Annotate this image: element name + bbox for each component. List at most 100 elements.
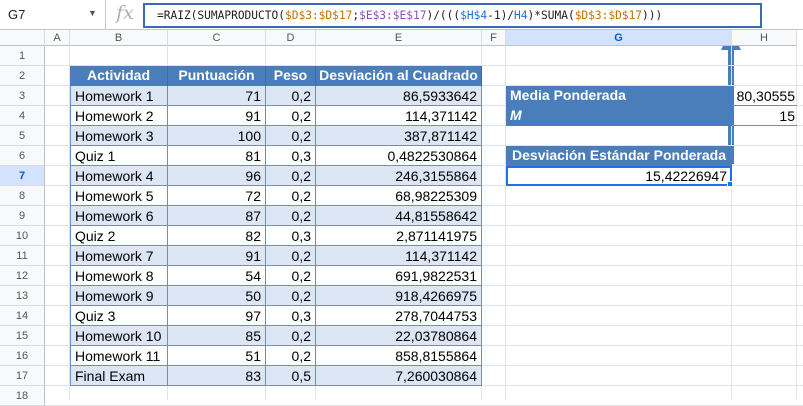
desviacion-estandar-label[interactable]: Desviación Estándar Ponderada <box>506 146 732 166</box>
table-header-peso[interactable]: Peso <box>266 66 316 86</box>
table-cell-puntuacion[interactable]: 71 <box>168 86 266 106</box>
table-cell-peso[interactable]: 0,2 <box>266 326 316 346</box>
row-header-14[interactable]: 14 <box>0 306 45 326</box>
table-cell-peso[interactable]: 0,2 <box>266 106 316 126</box>
table-cell-actividad[interactable]: Quiz 3 <box>70 306 168 326</box>
row-header-2[interactable]: 2 <box>0 66 45 86</box>
table-cell-desviacion[interactable]: 86,5933642 <box>316 86 482 106</box>
table-cell-desviacion[interactable]: 44,81558642 <box>316 206 482 226</box>
table-cell-puntuacion[interactable]: 82 <box>168 226 266 246</box>
row-header-15[interactable]: 15 <box>0 326 45 346</box>
media-ponderada-label[interactable]: Media Ponderada <box>506 86 732 106</box>
table-cell-puntuacion[interactable]: 85 <box>168 326 266 346</box>
table-cell-puntuacion[interactable]: 91 <box>168 106 266 126</box>
table-cell-peso[interactable]: 0,2 <box>266 166 316 186</box>
table-cell-puntuacion[interactable]: 54 <box>168 266 266 286</box>
table-cell-actividad[interactable]: Homework 10 <box>70 326 168 346</box>
table-cell-actividad[interactable]: Final Exam <box>70 366 168 386</box>
table-cell-peso[interactable]: 0,3 <box>266 226 316 246</box>
row-header-4[interactable]: 4 <box>0 106 45 126</box>
select-all-corner[interactable] <box>0 30 45 46</box>
table-cell-actividad[interactable]: Quiz 2 <box>70 226 168 246</box>
table-cell-puntuacion[interactable]: 50 <box>168 286 266 306</box>
table-header-actividad[interactable]: Actividad <box>70 66 168 86</box>
table-cell-puntuacion[interactable]: 83 <box>168 366 266 386</box>
table-cell-actividad[interactable]: Homework 5 <box>70 186 168 206</box>
table-header-puntuacion[interactable]: Puntuación <box>168 66 266 86</box>
table-cell-peso[interactable]: 0,2 <box>266 86 316 106</box>
row-header-18[interactable]: 18 <box>0 386 45 406</box>
table-cell-peso[interactable]: 0,2 <box>266 266 316 286</box>
table-cell-actividad[interactable]: Homework 11 <box>70 346 168 366</box>
row-header-10[interactable]: 10 <box>0 226 45 246</box>
m-label[interactable]: M <box>506 106 732 126</box>
table-cell-peso[interactable]: 0,2 <box>266 346 316 366</box>
row-header-17[interactable]: 17 <box>0 366 45 386</box>
media-ponderada-value[interactable]: 80,30555 <box>732 86 797 106</box>
table-cell-peso[interactable]: 0,2 <box>266 246 316 266</box>
table-cell-desviacion[interactable]: 2,871141975 <box>316 226 482 246</box>
table-cell-desviacion[interactable]: 22,03780864 <box>316 326 482 346</box>
column-header-d[interactable]: D <box>266 30 316 46</box>
table-cell-desviacion[interactable]: 858,8155864 <box>316 346 482 366</box>
table-cell-desviacion[interactable]: 691,9822531 <box>316 266 482 286</box>
table-cell-desviacion[interactable]: 114,371142 <box>316 106 482 126</box>
table-cell-peso[interactable]: 0,2 <box>266 286 316 306</box>
table-cell-actividad[interactable]: Homework 7 <box>70 246 168 266</box>
row-header-7[interactable]: 7 <box>0 166 45 186</box>
table-cell-actividad[interactable]: Homework 3 <box>70 126 168 146</box>
row-header-12[interactable]: 12 <box>0 266 45 286</box>
formula-input[interactable]: =RAIZ(SUMAPRODUCTO($D$3:$D$17;$E$3:$E$17… <box>143 3 762 28</box>
row-header-8[interactable]: 8 <box>0 186 45 206</box>
row-header-1[interactable]: 1 <box>0 46 45 66</box>
table-cell-actividad[interactable]: Homework 6 <box>70 206 168 226</box>
column-header-c[interactable]: C <box>168 30 266 46</box>
table-cell-puntuacion[interactable]: 87 <box>168 206 266 226</box>
table-cell-desviacion[interactable]: 246,3155864 <box>316 166 482 186</box>
column-header-e[interactable]: E <box>316 30 482 46</box>
chevron-down-icon[interactable]: ▼ <box>88 8 97 18</box>
table-cell-desviacion[interactable]: 7,260030864 <box>316 366 482 386</box>
table-cell-desviacion[interactable]: 68,98225309 <box>316 186 482 206</box>
table-cell-peso[interactable]: 0,2 <box>266 186 316 206</box>
row-header-11[interactable]: 11 <box>0 246 45 266</box>
table-cell-puntuacion[interactable]: 81 <box>168 146 266 166</box>
column-header-b[interactable]: B <box>70 30 168 46</box>
row-header-5[interactable]: 5 <box>0 126 45 146</box>
table-cell-peso[interactable]: 0,5 <box>266 366 316 386</box>
table-cell-puntuacion[interactable]: 97 <box>168 306 266 326</box>
table-cell-puntuacion[interactable]: 91 <box>168 246 266 266</box>
table-cell-desviacion[interactable]: 387,871142 <box>316 126 482 146</box>
table-cell-actividad[interactable]: Quiz 1 <box>70 146 168 166</box>
table-cell-puntuacion[interactable]: 96 <box>168 166 266 186</box>
row-header-13[interactable]: 13 <box>0 286 45 306</box>
column-header-a[interactable]: A <box>45 30 70 46</box>
table-cell-actividad[interactable]: Homework 9 <box>70 286 168 306</box>
table-cell-puntuacion[interactable]: 72 <box>168 186 266 206</box>
desviacion-estandar-value-selected-cell[interactable]: 15,42226947 <box>506 166 732 186</box>
table-cell-actividad[interactable]: Homework 8 <box>70 266 168 286</box>
table-cell-desviacion[interactable]: 278,7044753 <box>316 306 482 326</box>
table-cell-puntuacion[interactable]: 51 <box>168 346 266 366</box>
row-header-6[interactable]: 6 <box>0 146 45 166</box>
table-cell-puntuacion[interactable]: 100 <box>168 126 266 146</box>
table-cell-actividad[interactable]: Homework 1 <box>70 86 168 106</box>
table-cell-peso[interactable]: 0,3 <box>266 306 316 326</box>
table-cell-peso[interactable]: 0,2 <box>266 126 316 146</box>
name-box[interactable]: G7 ▼ <box>0 0 106 30</box>
fill-handle[interactable] <box>727 181 733 187</box>
row-header-16[interactable]: 16 <box>0 346 45 366</box>
table-cell-actividad[interactable]: Homework 4 <box>70 166 168 186</box>
table-cell-desviacion[interactable]: 114,371142 <box>316 246 482 266</box>
table-cell-peso[interactable]: 0,2 <box>266 206 316 226</box>
table-header-desviacion[interactable]: Desviación al Cuadrado <box>316 66 482 86</box>
column-header-g[interactable]: G <box>506 30 732 46</box>
row-header-3[interactable]: 3 <box>0 86 45 106</box>
table-cell-desviacion[interactable]: 0,4822530864 <box>316 146 482 166</box>
m-value[interactable]: 15 <box>732 106 797 126</box>
table-cell-peso[interactable]: 0,3 <box>266 146 316 166</box>
row-header-9[interactable]: 9 <box>0 206 45 226</box>
table-cell-desviacion[interactable]: 918,4266975 <box>316 286 482 306</box>
column-header-f[interactable]: F <box>482 30 506 46</box>
table-cell-actividad[interactable]: Homework 2 <box>70 106 168 126</box>
